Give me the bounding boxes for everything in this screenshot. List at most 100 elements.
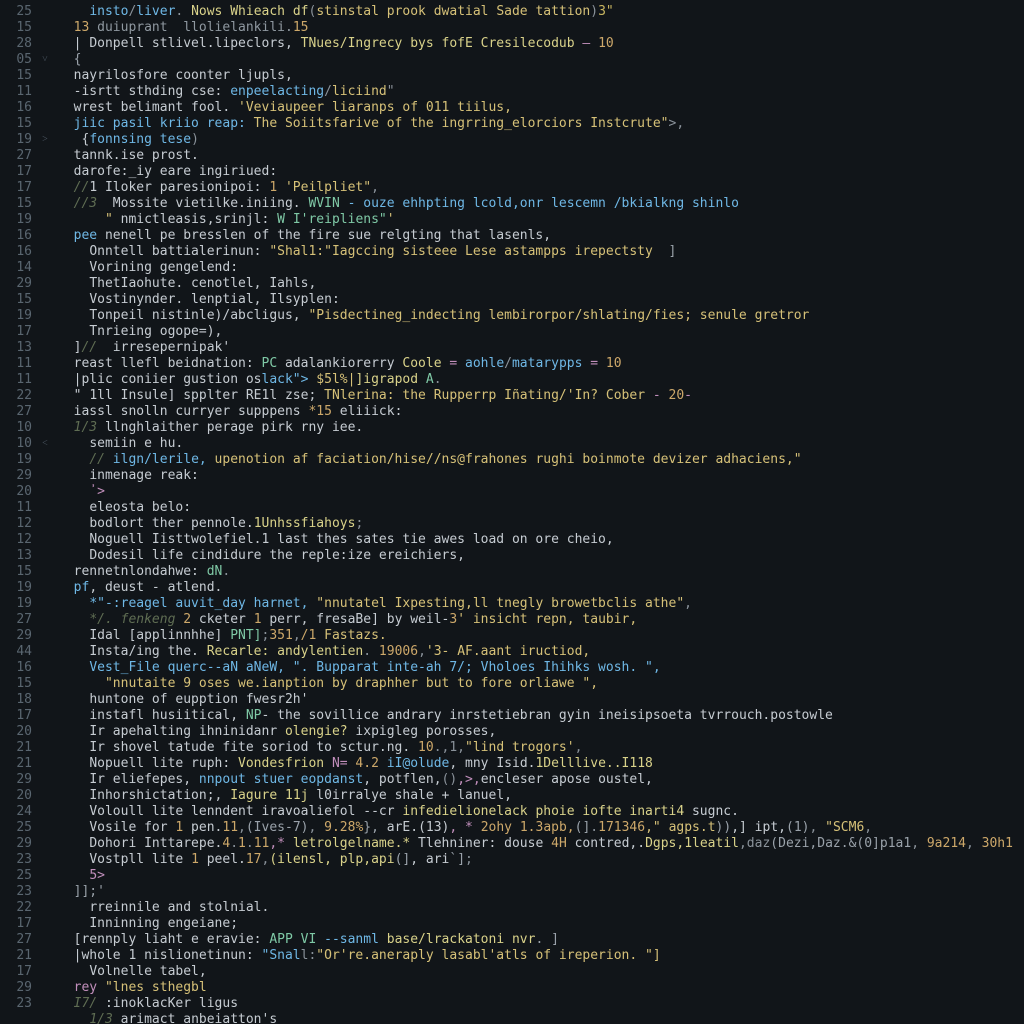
fold-marker[interactable]: [38, 340, 52, 356]
fold-marker[interactable]: [38, 484, 52, 500]
fold-marker[interactable]: [38, 708, 52, 724]
code-area[interactable]: insto/liver. Nows Whieach df(stinstal pr…: [52, 0, 1024, 1024]
fold-marker[interactable]: [38, 372, 52, 388]
fold-marker[interactable]: [38, 116, 52, 132]
code-line[interactable]: Inninning engeiane;: [58, 916, 1024, 932]
code-line[interactable]: Insta/ing the. Recarle: andylentien. 190…: [58, 644, 1024, 660]
code-line[interactable]: rey "lnes sthegbl: [58, 980, 1024, 996]
code-line[interactable]: " 1ll Insule] spplter RE1l zse; TNlerina…: [58, 388, 1024, 404]
code-line[interactable]: -isrtt sthding cse: enpeelacting/liciind…: [58, 84, 1024, 100]
code-line[interactable]: semiin e hu.: [58, 436, 1024, 452]
code-line[interactable]: bodlort ther pennole.1Unhssfiahoys;: [58, 516, 1024, 532]
fold-marker[interactable]: [38, 916, 52, 932]
code-line[interactable]: I7/ :inoklacKer ligus: [58, 996, 1024, 1012]
code-line[interactable]: Dodesil life cindidure the reple:ize ere…: [58, 548, 1024, 564]
code-line[interactable]: Voloull lite lenndent iravoaliefol --cr …: [58, 804, 1024, 820]
fold-marker[interactable]: [38, 308, 52, 324]
fold-marker[interactable]: [38, 516, 52, 532]
fold-marker[interactable]: [38, 196, 52, 212]
code-line[interactable]: inmenage reak:: [58, 468, 1024, 484]
fold-marker[interactable]: [38, 996, 52, 1012]
code-line[interactable]: Vosile for 1 pen.11,(Ives-7), 9.28%}, ar…: [58, 820, 1024, 836]
fold-marker[interactable]: [38, 676, 52, 692]
fold-marker[interactable]: [38, 740, 52, 756]
fold-marker[interactable]: [38, 804, 52, 820]
code-line[interactable]: Tnrieing ogope=),: [58, 324, 1024, 340]
code-line[interactable]: ]];': [58, 884, 1024, 900]
fold-marker[interactable]: [38, 164, 52, 180]
code-line[interactable]: Vorining gengelend:: [58, 260, 1024, 276]
fold-marker[interactable]: [38, 868, 52, 884]
fold-marker[interactable]: [38, 452, 52, 468]
fold-marker[interactable]: [38, 900, 52, 916]
code-line[interactable]: ᾽>: [58, 484, 1024, 500]
code-line[interactable]: nayrilosfore coonter ljupls,: [58, 68, 1024, 84]
code-line[interactable]: eleosta belo:: [58, 500, 1024, 516]
fold-marker[interactable]: [38, 548, 52, 564]
fold-marker[interactable]: [38, 884, 52, 900]
code-line[interactable]: |whole 1 nislionetinun: "Snall:"Or're.an…: [58, 948, 1024, 964]
code-line[interactable]: Ir shovel tatude fite soriod to sctur.ng…: [58, 740, 1024, 756]
code-line[interactable]: {fonnsing tese): [58, 132, 1024, 148]
code-line[interactable]: Vostpll lite 1 peel.17,(ilensl, plp,api(…: [58, 852, 1024, 868]
fold-marker[interactable]: [38, 596, 52, 612]
fold-marker[interactable]: [38, 20, 52, 36]
code-line[interactable]: Tonpeil nistinle)/abcligus, "Pisdectineg…: [58, 308, 1024, 324]
code-line[interactable]: Dohori Inttarepe.4.1.11,* letrolgelname.…: [58, 836, 1024, 852]
code-line[interactable]: */. fenkeng 2 cketer 1 perr, fresaBe] by…: [58, 612, 1024, 628]
code-line[interactable]: | Donpell stlivel.lipeclors, TNues/Ingre…: [58, 36, 1024, 52]
fold-marker[interactable]: [38, 212, 52, 228]
code-line[interactable]: jiic pasil kriio reap: The Soiitsfarive …: [58, 116, 1024, 132]
code-line[interactable]: Idal [applinnhhe] PNT];351,/1 Fastazs.: [58, 628, 1024, 644]
fold-marker[interactable]: [38, 356, 52, 372]
fold-marker[interactable]: [38, 836, 52, 852]
fold-marker[interactable]: [38, 788, 52, 804]
fold-marker[interactable]: [38, 324, 52, 340]
code-line[interactable]: [rennply liaht e eravie: APP VI --sanml …: [58, 932, 1024, 948]
fold-marker[interactable]: [38, 820, 52, 836]
fold-marker[interactable]: [38, 68, 52, 84]
fold-marker[interactable]: [38, 756, 52, 772]
code-line[interactable]: //3 Mossite vietilke.iniing. WVIN - ouze…: [58, 196, 1024, 212]
code-line[interactable]: 13 duiuprant llolielankili.15: [58, 20, 1024, 36]
code-line[interactable]: 1/3 llnghlaither perage pirk rny iee.: [58, 420, 1024, 436]
code-line[interactable]: pee nenell pe bresslen of the fire sue r…: [58, 228, 1024, 244]
fold-marker[interactable]: [38, 532, 52, 548]
fold-marker[interactable]: [38, 244, 52, 260]
code-line[interactable]: Vostinynder. lenptial, Ilsyplen:: [58, 292, 1024, 308]
code-line[interactable]: Ir apehalting ihninidanr olengie? ixpigl…: [58, 724, 1024, 740]
code-line[interactable]: Onntell battialerinun: "Shal1:"Iagccing …: [58, 244, 1024, 260]
code-line[interactable]: Vest_File querc--aN aNeW, ". Bupparat in…: [58, 660, 1024, 676]
code-line[interactable]: {: [58, 52, 1024, 68]
code-line[interactable]: //1 Iloker paresionipoi: 1 'Peilpliet",: [58, 180, 1024, 196]
code-line[interactable]: Ir eliefepes, nnpout stuer eopdanst, pot…: [58, 772, 1024, 788]
fold-marker[interactable]: [38, 564, 52, 580]
fold-marker[interactable]: [38, 660, 52, 676]
fold-marker[interactable]: [38, 420, 52, 436]
code-line[interactable]: "nnutaite 9 oses we.ianption by draphher…: [58, 676, 1024, 692]
code-line[interactable]: instafl husiitical, NP- the sovillice an…: [58, 708, 1024, 724]
code-line[interactable]: 5>: [58, 868, 1024, 884]
fold-marker[interactable]: [38, 612, 52, 628]
fold-marker[interactable]: [38, 4, 52, 20]
code-line[interactable]: *"-:reagel auvit_day harnet, "nnutatel I…: [58, 596, 1024, 612]
fold-marker[interactable]: [38, 388, 52, 404]
code-line[interactable]: rennetnlondahwe: dN.: [58, 564, 1024, 580]
fold-marker[interactable]: [38, 292, 52, 308]
fold-marker[interactable]: [38, 724, 52, 740]
code-line[interactable]: // ilgn/lerile, upenotion af faciation/h…: [58, 452, 1024, 468]
fold-marker[interactable]: [38, 36, 52, 52]
fold-column[interactable]: ˅˃˂: [38, 0, 52, 1024]
fold-marker[interactable]: [38, 852, 52, 868]
code-line[interactable]: |plic coniier gustion oslack"> $5l%|]igr…: [58, 372, 1024, 388]
fold-marker[interactable]: ˂: [38, 436, 52, 452]
fold-marker[interactable]: [38, 500, 52, 516]
code-line[interactable]: insto/liver. Nows Whieach df(stinstal pr…: [58, 4, 1024, 20]
fold-marker[interactable]: [38, 148, 52, 164]
fold-marker[interactable]: [38, 628, 52, 644]
code-line[interactable]: wrest belimant fool. 'Veviaupeer liaranp…: [58, 100, 1024, 116]
code-line[interactable]: Volnelle tabel,: [58, 964, 1024, 980]
fold-marker[interactable]: [38, 100, 52, 116]
code-line[interactable]: rreinnile and stolnial.: [58, 900, 1024, 916]
code-line[interactable]: ]// irresepernipak': [58, 340, 1024, 356]
